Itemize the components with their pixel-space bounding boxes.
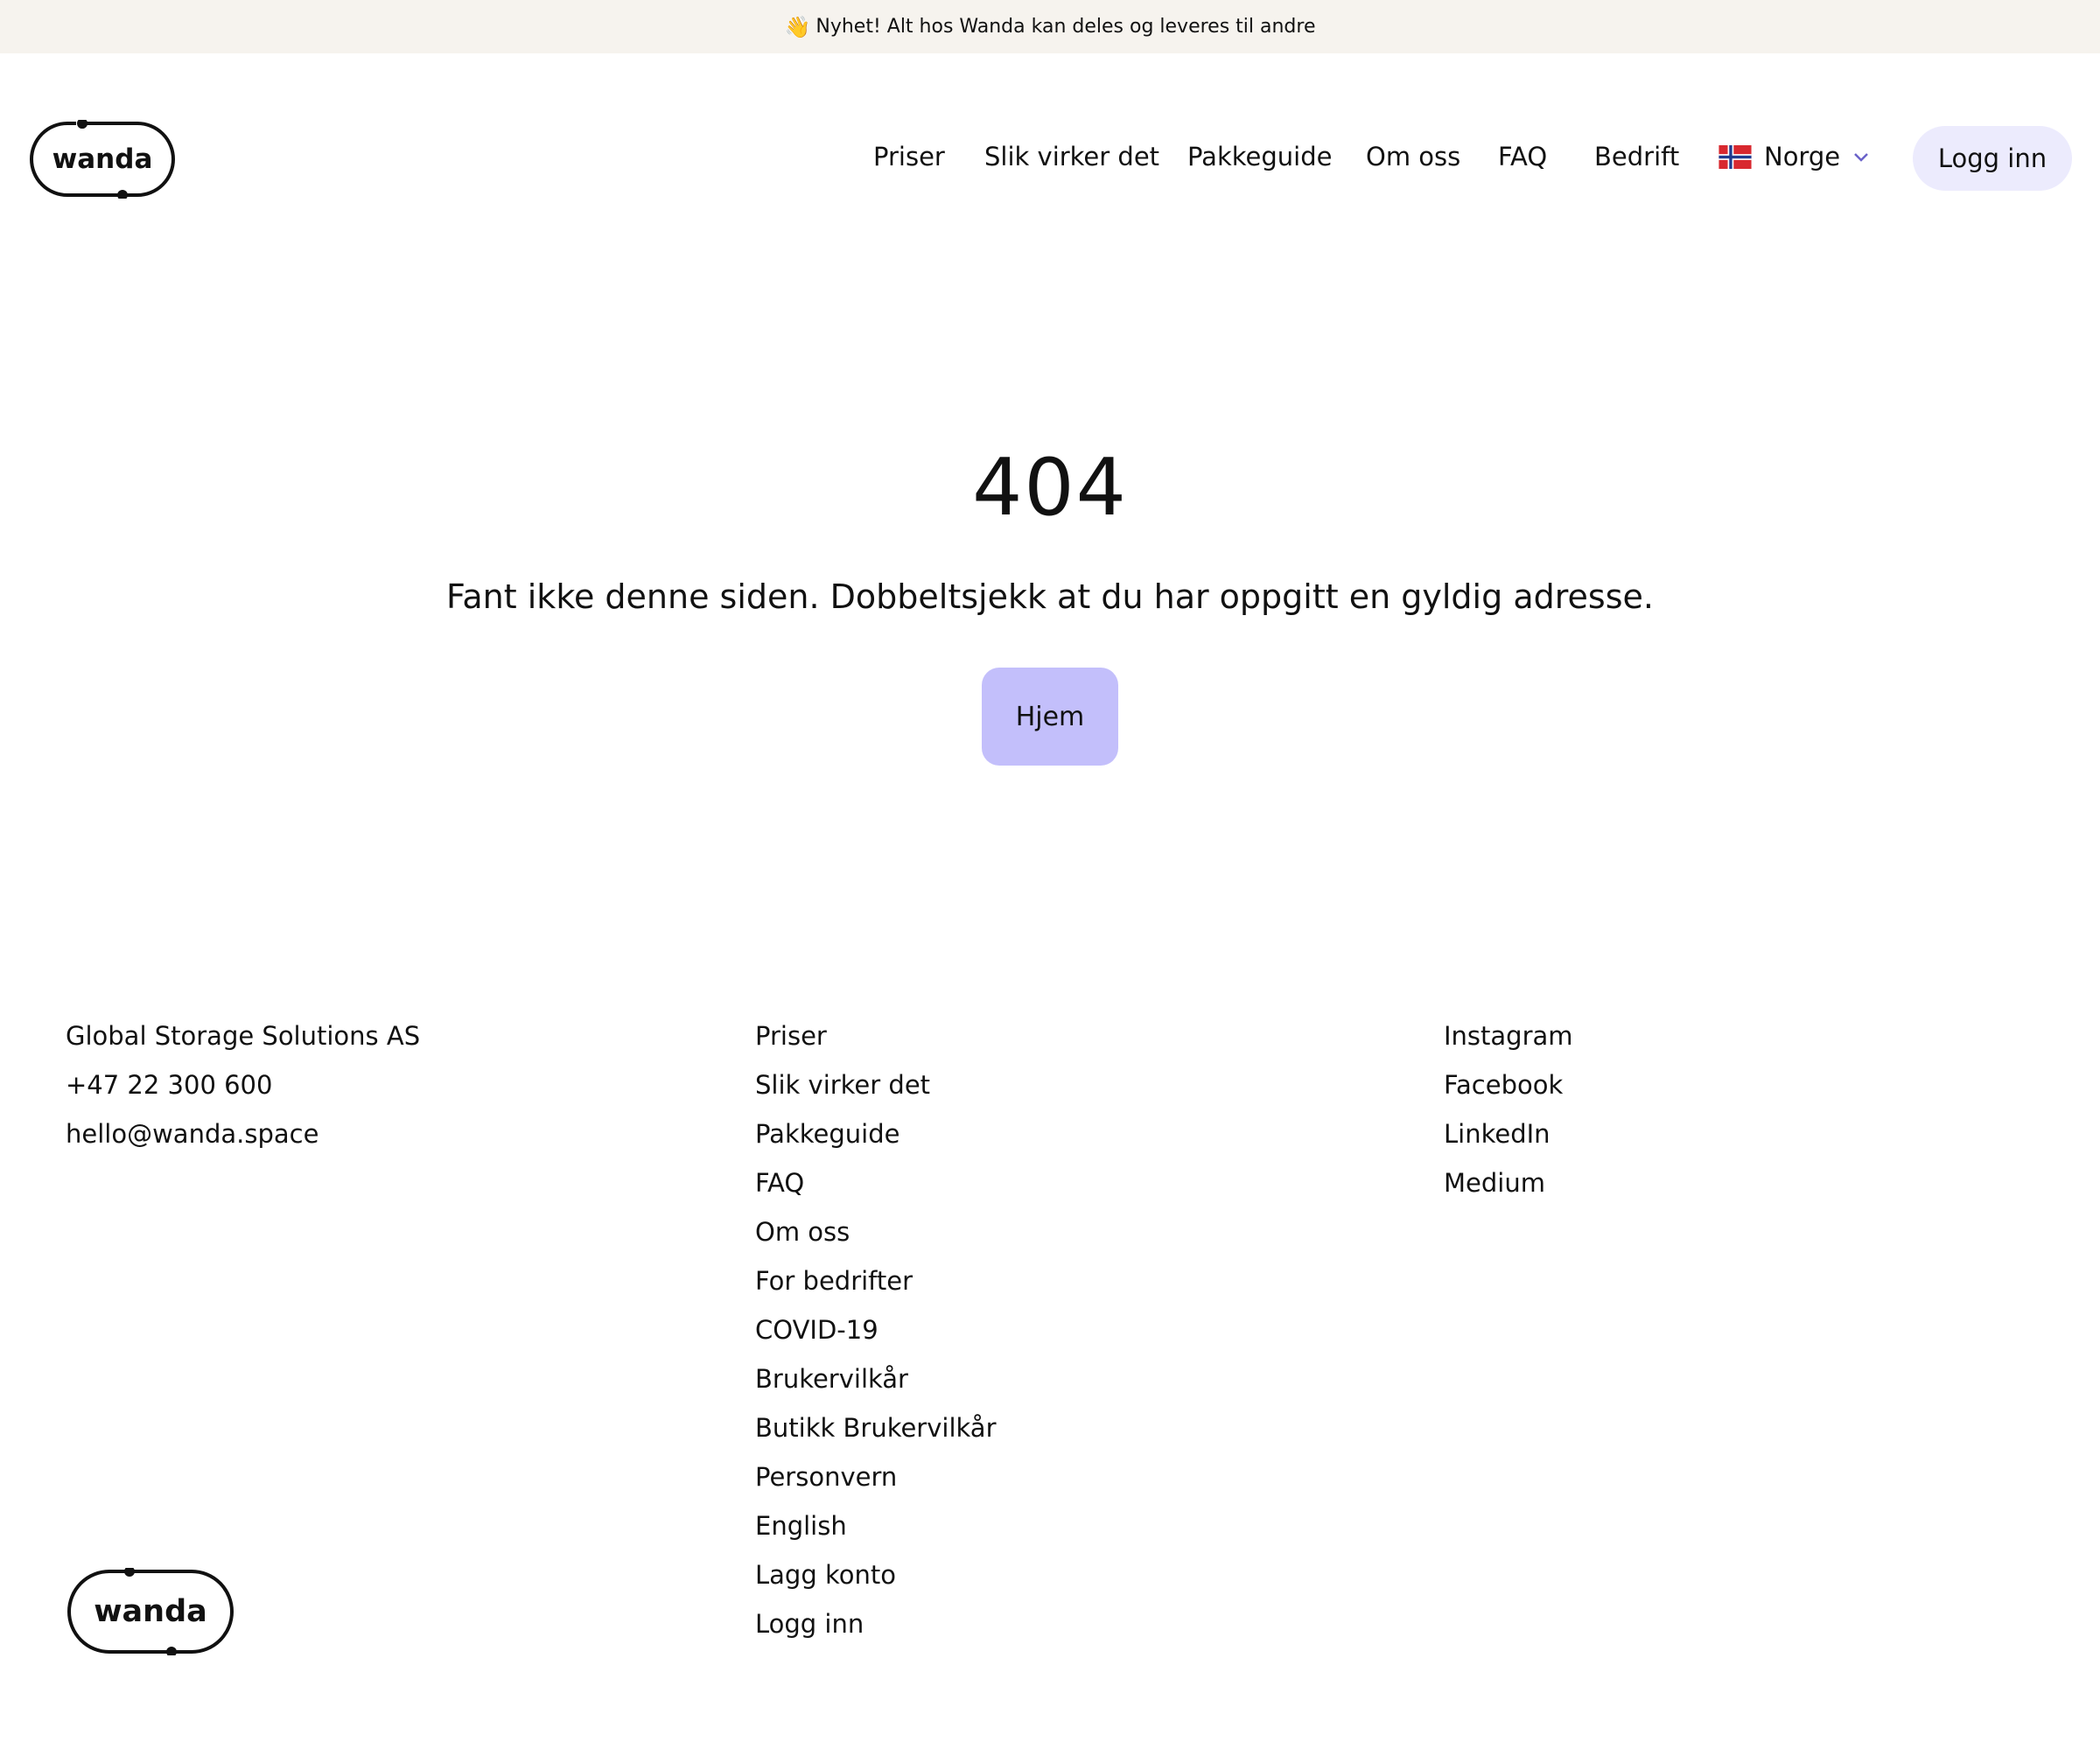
country-selector[interactable]: Norge <box>1718 142 1870 171</box>
footer-link-butikk-brukervilkar[interactable]: Butikk Brukervilkår <box>755 1410 997 1459</box>
footer-links: Priser Slik virker det Pakkeguide FAQ Om… <box>755 1018 997 1655</box>
company-name: Global Storage Solutions AS <box>66 1021 421 1051</box>
footer-link-slik-virker-det[interactable]: Slik virker det <box>755 1067 997 1116</box>
footer-link-lagg-konto[interactable]: Lagg konto <box>755 1557 997 1606</box>
nav-bedrift[interactable]: Bedrift <box>1594 142 1679 171</box>
social-linkedin[interactable]: LinkedIn <box>1444 1116 1573 1165</box>
social-instagram[interactable]: Instagram <box>1444 1018 1573 1067</box>
country-label: Norge <box>1764 142 1841 171</box>
social-medium[interactable]: Medium <box>1444 1165 1573 1214</box>
footer-link-covid[interactable]: COVID-19 <box>755 1312 997 1361</box>
footer-logo-wordmark: wanda <box>94 1594 207 1629</box>
footer-wanda-logo[interactable]: wanda <box>66 1568 234 1655</box>
footer-link-logg-inn[interactable]: Logg inn <box>755 1606 997 1655</box>
company-email[interactable]: hello@wanda.space <box>66 1116 420 1165</box>
wanda-logo[interactable]: wanda <box>28 120 177 199</box>
home-button[interactable]: Hjem <box>982 668 1118 766</box>
nav-om-oss[interactable]: Om oss <box>1366 142 1460 171</box>
footer-link-om-oss[interactable]: Om oss <box>755 1214 997 1263</box>
logo-wordmark: wanda <box>52 143 153 175</box>
login-button[interactable]: Logg inn <box>1913 126 2072 191</box>
norway-flag-icon <box>1718 144 1752 169</box>
chevron-down-icon <box>1854 153 1868 162</box>
footer-social-links: Instagram Facebook LinkedIn Medium <box>1444 1018 1573 1214</box>
footer-company-info: Global Storage Solutions AS +47 22 300 6… <box>66 1018 420 1165</box>
footer-link-brukervilkar[interactable]: Brukervilkår <box>755 1361 997 1410</box>
error-message: Fant ikke denne siden. Dobbeltsjekk at d… <box>446 577 1654 616</box>
footer-link-english[interactable]: English <box>755 1508 997 1557</box>
waving-hand-icon: 👋 <box>784 14 811 39</box>
nav-faq[interactable]: FAQ <box>1498 142 1547 171</box>
announcement-text: Nyhet! Alt hos Wanda kan deles og levere… <box>816 16 1316 38</box>
announcement-banner: 👋 Nyhet! Alt hos Wanda kan deles og leve… <box>0 0 2100 53</box>
error-code: 404 <box>972 442 1128 534</box>
nav-pakkeguide[interactable]: Pakkeguide <box>1187 142 1332 171</box>
social-facebook[interactable]: Facebook <box>1444 1067 1573 1116</box>
footer-link-priser[interactable]: Priser <box>755 1018 997 1067</box>
footer-link-faq[interactable]: FAQ <box>755 1165 997 1214</box>
company-phone[interactable]: +47 22 300 600 <box>66 1067 420 1116</box>
nav-slik-virker-det[interactable]: Slik virker det <box>984 142 1159 171</box>
site-header: wanda Priser Slik virker det Pakkeguide … <box>0 53 2100 263</box>
nav-priser[interactable]: Priser <box>873 142 945 171</box>
footer-link-pakkeguide[interactable]: Pakkeguide <box>755 1116 997 1165</box>
footer-link-personvern[interactable]: Personvern <box>755 1459 997 1508</box>
footer-link-for-bedrifter[interactable]: For bedrifter <box>755 1263 997 1312</box>
